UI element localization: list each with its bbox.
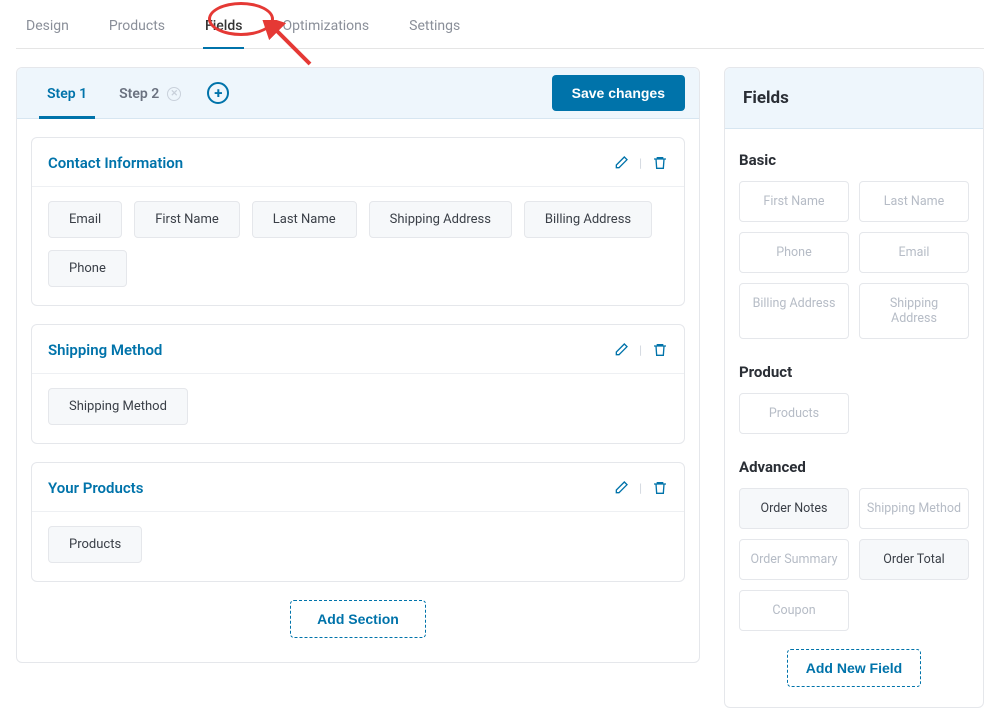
field-chip[interactable]: Shipping Address <box>369 201 512 238</box>
field-tile-shipping-address[interactable]: Shipping Address <box>859 283 969 339</box>
nav-tab-fields[interactable]: Fields <box>203 14 244 38</box>
field-tile-first-name[interactable]: First Name <box>739 181 849 222</box>
sidebar-title: Fields <box>725 68 983 129</box>
field-chip[interactable]: Billing Address <box>524 201 652 238</box>
section-title: Shipping Method <box>48 341 162 359</box>
nav-tab-optimizations[interactable]: Optimizations <box>280 14 371 38</box>
section-card-your-products: Your Products | Pro <box>31 462 685 582</box>
add-step-button[interactable]: + <box>207 82 229 104</box>
step-header: Step 1 Step 2 ✕ + Save changes <box>17 68 699 119</box>
step-tab-2-label: Step 2 <box>119 86 159 102</box>
section-card-contact-information: Contact Information | <box>31 137 685 306</box>
icon-divider: | <box>639 343 642 357</box>
step-tab-1[interactable]: Step 1 <box>31 68 103 118</box>
edit-section-icon[interactable] <box>613 480 629 496</box>
field-chip[interactable]: First Name <box>134 201 240 238</box>
field-tile-coupon[interactable]: Coupon <box>739 590 849 631</box>
section-title: Contact Information <box>48 154 183 172</box>
field-tile-order-summary[interactable]: Order Summary <box>739 539 849 580</box>
edit-section-icon[interactable] <box>613 155 629 171</box>
field-tile-last-name[interactable]: Last Name <box>859 181 969 222</box>
step-tab-1-label: Step 1 <box>47 86 87 102</box>
field-chip[interactable]: Phone <box>48 250 127 287</box>
field-tile-products[interactable]: Products <box>739 393 849 434</box>
close-step-icon[interactable]: ✕ <box>167 87 181 101</box>
field-tile-phone[interactable]: Phone <box>739 232 849 273</box>
nav-tab-settings[interactable]: Settings <box>407 14 462 38</box>
section-title: Your Products <box>48 479 143 497</box>
field-tile-order-total[interactable]: Order Total <box>859 539 969 580</box>
field-chip[interactable]: Last Name <box>252 201 357 238</box>
icon-divider: | <box>639 481 642 495</box>
top-nav: Design Products Fields Optimizations Set… <box>16 0 984 49</box>
icon-divider: | <box>639 156 642 170</box>
field-chip[interactable]: Email <box>48 201 122 238</box>
field-tile-order-notes[interactable]: Order Notes <box>739 488 849 529</box>
add-new-field-button[interactable]: Add New Field <box>787 649 921 687</box>
main-panel: Step 1 Step 2 ✕ + Save changes Contact I… <box>16 67 700 663</box>
group-label-product: Product <box>739 363 969 381</box>
fields-sidebar: Fields Basic First Name Last Name Phone … <box>724 67 984 708</box>
nav-tab-products[interactable]: Products <box>107 14 167 38</box>
nav-tab-design[interactable]: Design <box>24 14 71 38</box>
field-tile-billing-address[interactable]: Billing Address <box>739 283 849 339</box>
edit-section-icon[interactable] <box>613 342 629 358</box>
delete-section-icon[interactable] <box>652 480 668 496</box>
delete-section-icon[interactable] <box>652 342 668 358</box>
sections-container: Contact Information | <box>17 119 699 662</box>
section-card-shipping-method: Shipping Method | S <box>31 324 685 444</box>
delete-section-icon[interactable] <box>652 155 668 171</box>
group-label-basic: Basic <box>739 151 969 169</box>
field-chip[interactable]: Products <box>48 526 142 563</box>
field-chip[interactable]: Shipping Method <box>48 388 188 425</box>
add-section-button[interactable]: Add Section <box>290 600 426 638</box>
step-tab-2[interactable]: Step 2 ✕ <box>103 68 197 118</box>
save-button[interactable]: Save changes <box>552 75 685 111</box>
group-label-advanced: Advanced <box>739 458 969 476</box>
field-tile-shipping-method[interactable]: Shipping Method <box>859 488 969 529</box>
field-tile-email[interactable]: Email <box>859 232 969 273</box>
